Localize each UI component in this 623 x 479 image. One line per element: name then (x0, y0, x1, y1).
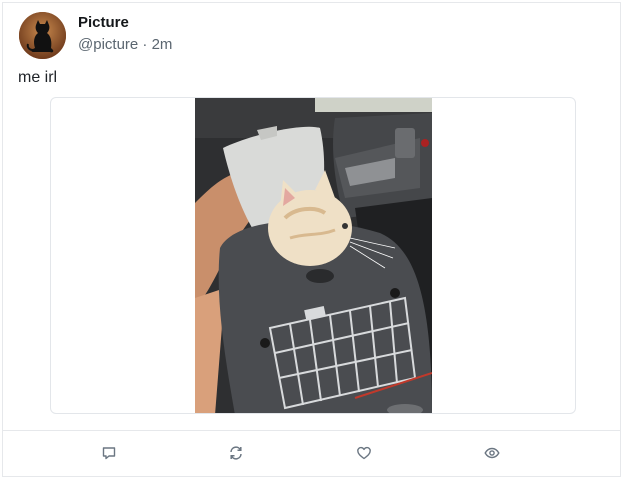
post-text: me irl (18, 69, 58, 86)
post-card: Picture @picture · 2m me irl (2, 2, 621, 477)
view-button[interactable] (481, 442, 503, 464)
view-icon (484, 447, 500, 459)
reply-icon (102, 447, 116, 460)
cat-photo[interactable] (195, 98, 432, 413)
favourite-icon (357, 446, 371, 460)
author-handle[interactable]: @picture (78, 36, 138, 53)
author-handle-line: @picture · 2m (78, 36, 172, 53)
post-time[interactable]: 2m (152, 36, 173, 53)
avatar-image (19, 12, 66, 59)
meta-separator: · (138, 36, 152, 53)
avatar[interactable] (19, 12, 66, 59)
boost-button[interactable] (225, 442, 247, 464)
author-name[interactable]: Picture (78, 14, 129, 31)
media-attachment[interactable] (50, 97, 576, 414)
reply-button[interactable] (98, 442, 120, 464)
boost-icon (230, 446, 242, 460)
favourite-button[interactable] (353, 442, 375, 464)
action-bar (3, 431, 620, 476)
